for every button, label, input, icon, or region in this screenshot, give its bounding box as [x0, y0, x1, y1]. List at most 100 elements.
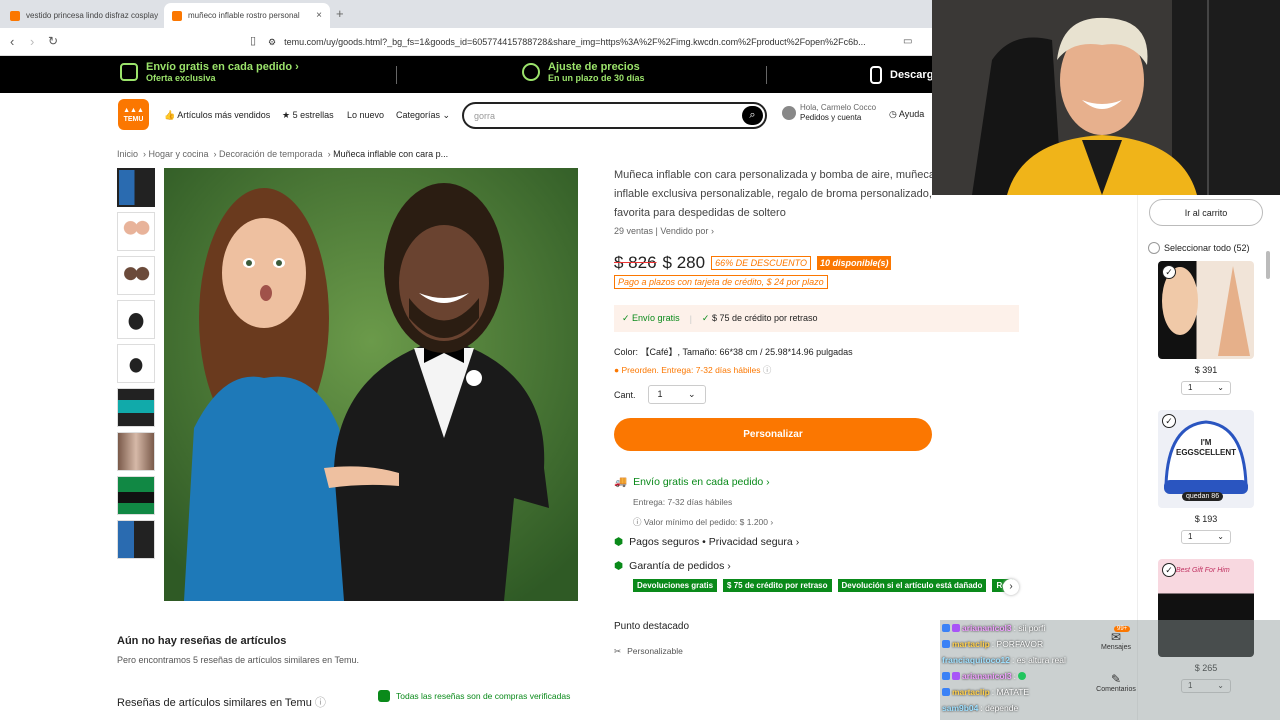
current-price: $ 280 — [662, 253, 706, 272]
chat-message: : MATATE — [991, 687, 1030, 697]
chat-message: : — [1013, 671, 1016, 681]
search-icon[interactable]: ⌕ — [742, 106, 763, 125]
promo-subtitle: Oferta exclusiva — [146, 73, 216, 83]
badge-icon — [952, 672, 960, 680]
product-main-image[interactable] — [164, 168, 578, 601]
check-icon[interactable]: ✓ — [1162, 414, 1176, 428]
product-thumbnail[interactable] — [117, 520, 155, 559]
avatar — [782, 106, 796, 120]
cart-item[interactable]: ✓ $ 391 1 ⌄ — [1158, 261, 1254, 395]
installment-info[interactable]: Pago a plazos con tarjeta de crédito, $ … — [614, 275, 828, 289]
back-icon[interactable]: ‹ — [10, 34, 14, 49]
forward-icon[interactable]: › — [30, 34, 34, 49]
select-all-label: Seleccionar todo (52) — [1164, 243, 1250, 253]
message-icon: ✉ — [1110, 630, 1122, 644]
chat-username[interactable]: franciaquitoco12 — [942, 655, 1010, 665]
product-thumbnail[interactable] — [117, 344, 155, 383]
info-icon[interactable]: ⓘ — [763, 365, 772, 375]
promo-price-adjust[interactable]: Ajuste de precios En un plazo de 30 días — [522, 61, 645, 83]
breadcrumb-item[interactable]: Hogar y cocina — [149, 149, 209, 159]
product-thumbnail[interactable] — [117, 476, 155, 515]
site-info-icon[interactable]: ⚙ — [268, 37, 276, 48]
promo-free-shipping[interactable]: Envío gratis en cada pedido › Oferta excl… — [120, 61, 299, 83]
messages-button[interactable]: ✉ 99+ Mensajes — [1098, 626, 1134, 651]
search-input[interactable]: gorra ⌕ — [462, 102, 767, 129]
tab-label: vestido princesa lindo disfraz cosplay — [26, 11, 159, 20]
chevron-down-icon: ⌄ — [687, 389, 696, 399]
shield-icon: ⬢ — [614, 536, 624, 548]
go-to-cart-button[interactable]: Ir al carrito — [1149, 199, 1263, 226]
cart-item[interactable]: I'M EGGSCELLENT ✓ quedan 86 $ 193 1 ⌄ — [1158, 410, 1254, 544]
bookmark-icon[interactable]: ▯ — [250, 34, 256, 47]
guarantee-badges: Devoluciones gratis $ 75 de crédito por … — [633, 579, 1013, 592]
chat-line: sam9b04: depende — [942, 700, 1018, 716]
account-greeting: Hola, Carmelo Cocco — [800, 103, 877, 112]
chat-username[interactable]: sam9b04 — [942, 703, 978, 713]
product-thumbnail[interactable] — [117, 168, 155, 207]
temu-logo[interactable]: ▲▲▲ TEMU — [118, 99, 149, 130]
sales-count: 29 ventas — [614, 226, 654, 236]
chat-username[interactable]: ariananicol3 — [962, 671, 1012, 681]
cart-item-price: $ 391 — [1194, 365, 1218, 375]
check-icon[interactable]: ✓ — [1162, 563, 1176, 577]
browser-tab[interactable]: vestido princesa lindo disfraz cosplay × — [2, 3, 160, 28]
chevron-right-icon[interactable]: › — [1003, 579, 1019, 595]
breadcrumb-item[interactable]: Decoración de temporada — [219, 149, 323, 159]
nav-best-sellers[interactable]: 👍 Artículos más vendidos — [164, 110, 270, 121]
product-thumbnail[interactable] — [117, 212, 155, 251]
promo-download-app[interactable]: Descarg — [870, 66, 933, 84]
close-tab-icon[interactable]: × — [316, 10, 322, 21]
scrollbar[interactable] — [1266, 251, 1270, 279]
nav-label: Categorías — [396, 110, 441, 120]
free-shipping-link[interactable]: 🚚 Envío gratis en cada pedido › — [614, 475, 770, 489]
price-adjust-icon — [522, 63, 540, 81]
chat-username[interactable]: martaclip — [952, 639, 990, 649]
customize-button[interactable]: Personalizar — [614, 418, 932, 451]
radio-icon — [1148, 242, 1160, 254]
chat-line: ariananicol3: sii porfi — [942, 620, 1045, 636]
secure-payments-link[interactable]: ⬢ Pagos seguros • Privacidad segura › — [614, 536, 799, 548]
screen-cast-icon[interactable]: ▭ — [903, 36, 912, 47]
product-title: Muñeca inflable con cara personalizada y… — [614, 169, 936, 219]
url-field[interactable]: ⚙ temu.com/uy/goods.html?_bg_fs=1&goods_… — [268, 32, 898, 52]
account-menu[interactable]: Hola, Carmelo Cocco Pedidos y cuenta — [782, 103, 876, 123]
reload-icon[interactable]: ↻ — [48, 34, 58, 48]
product-thumbnail[interactable] — [117, 432, 155, 471]
check-icon: ✓ — [701, 313, 710, 323]
logo-text: TEMU — [123, 116, 144, 123]
comments-button[interactable]: ✎ Comentarios — [1094, 672, 1138, 693]
chat-username[interactable]: ariananicol3 — [962, 623, 1012, 633]
nav-five-stars[interactable]: ★ 5 estrellas — [282, 110, 334, 121]
breadcrumb-item[interactable]: Inicio — [117, 149, 138, 159]
discount-badge: 66% DE DESCUENTO — [711, 256, 811, 270]
product-thumbnail[interactable] — [117, 388, 155, 427]
webcam-overlay — [932, 0, 1280, 195]
info-icon: ⓘ — [633, 517, 642, 527]
cart-item-qty[interactable]: 1 ⌄ — [1181, 381, 1231, 395]
new-tab-button[interactable]: + — [336, 6, 344, 21]
sold-by-link[interactable]: Vendido por — [660, 226, 708, 236]
check-icon[interactable]: ✓ — [1162, 265, 1176, 279]
help-link[interactable]: ◷ Ayuda — [889, 109, 924, 120]
nav-new[interactable]: Lo nuevo — [347, 110, 384, 120]
highlight-text: Personalizable — [627, 646, 683, 656]
divider — [396, 66, 397, 84]
verified-text: Todas las reseñas son de compras verific… — [396, 691, 571, 701]
info-icon[interactable]: ⓘ — [315, 697, 326, 709]
variant-info[interactable]: Color: 【Café】, Tamaño: 66*38 cm / 25.98*… — [614, 345, 853, 358]
chat-username[interactable]: martaclip — [952, 687, 990, 697]
product-thumbnail[interactable] — [117, 256, 155, 295]
select-all-checkbox[interactable]: Seleccionar todo (52) — [1148, 242, 1250, 254]
quantity-select[interactable]: 1 ⌄ — [647, 385, 706, 404]
quantity-label: Cant. — [614, 389, 636, 400]
product-thumbnail[interactable] — [117, 300, 155, 339]
guarantee-text: Garantía de pedidos › — [629, 560, 731, 572]
browser-tab-active[interactable]: muñeco inflable rostro personal × — [164, 3, 330, 28]
chat-line: martaclip: PORFAVOR — [942, 636, 1043, 652]
min-order[interactable]: ⓘ Valor mínimo del pedido: $ 1.200 › — [633, 516, 773, 528]
cart-item-qty[interactable]: 1 ⌄ — [1181, 530, 1231, 544]
verified-reviews: Todas las reseñas son de compras verific… — [378, 690, 570, 702]
promo-banner: Envío gratis en cada pedido › Oferta excl… — [0, 56, 933, 93]
nav-categories[interactable]: Categorías ⌄ — [396, 110, 450, 121]
guarantee-link[interactable]: ⬢ Garantía de pedidos › — [614, 560, 731, 572]
